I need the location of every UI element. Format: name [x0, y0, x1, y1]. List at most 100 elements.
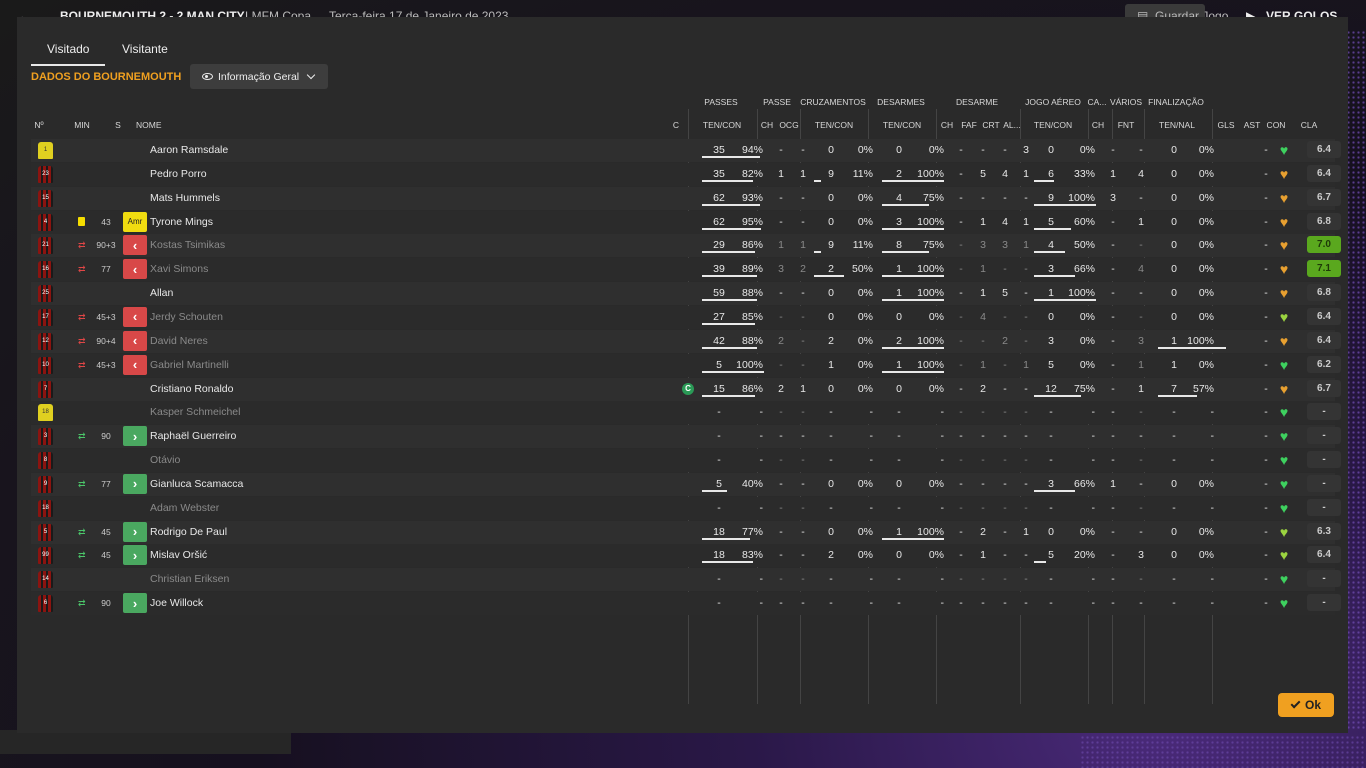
table-row[interactable]: 10 ⇄ 45+3 ‹ Gabriel Martinelli 5 100% - - 1 0% 1 100…: [31, 353, 1341, 377]
column-header-name[interactable]: NOME: [136, 120, 162, 130]
substituted-off-badge[interactable]: ‹: [123, 259, 147, 280]
crosses-completion: -: [869, 501, 874, 514]
tab-visitante[interactable]: Visitante: [122, 42, 168, 56]
player-name[interactable]: Gabriel Martinelli: [150, 359, 229, 371]
morale-heart-icon: ♥: [1279, 165, 1289, 182]
table-row[interactable]: 8 Otávio - - - - - - - - - - - - - - - - - - - ♥ -: [31, 449, 1341, 473]
column-header-tack[interactable]: TEN/CON: [883, 120, 921, 130]
table-row[interactable]: 7 Cristiano Ronaldo C 15 86% 2 1 0 0% 0 0% -2- -12 75…: [31, 377, 1341, 401]
fouls: -: [981, 477, 985, 490]
tackles-completion: 100%: [917, 334, 944, 347]
player-name[interactable]: Kasper Schmeichel: [150, 406, 240, 418]
aerial-attempted: 0: [1048, 310, 1054, 323]
view-dropdown[interactable]: Informação Geral: [190, 64, 328, 89]
substituted-on-badge[interactable]: ›: [123, 426, 147, 447]
table-row[interactable]: 1 Aaron Ramsdale 35 94% - - 0 0% 0 0% - - - 3 0 0% - - 0 0%…: [31, 139, 1341, 162]
column-header-des_al[interactable]: AL...: [1003, 120, 1020, 130]
interceptions: 4: [1002, 167, 1008, 180]
ok-button[interactable]: Ok: [1278, 693, 1334, 717]
column-header-var_fnt[interactable]: FNT: [1118, 120, 1135, 130]
substituted-off-badge[interactable]: ‹: [123, 354, 147, 375]
player-name[interactable]: Pedro Porro: [150, 168, 207, 180]
player-name[interactable]: Raphaël Guerreiro: [150, 430, 236, 442]
player-name[interactable]: Jerdy Schouten: [150, 311, 223, 323]
column-header-con[interactable]: CON: [1267, 120, 1286, 130]
table-row[interactable]: 12 ⇄ 90+4 ‹ David Neres 42 88% 2 - 2 0% 2 100% - - 2 - 3 0…: [31, 329, 1341, 353]
player-name[interactable]: Rodrigo De Paul: [150, 526, 227, 538]
shots-attempted: -: [1172, 597, 1176, 610]
column-header-min[interactable]: MIN: [74, 120, 90, 130]
interceptions: -: [1003, 263, 1007, 276]
player-name[interactable]: Allan: [150, 287, 173, 299]
player-name[interactable]: Joe Willock: [150, 597, 203, 609]
player-name[interactable]: Mislav Oršić: [150, 549, 207, 561]
column-header-des_crt[interactable]: CRT: [982, 120, 999, 130]
substituted-off-badge[interactable]: ‹: [123, 330, 147, 351]
player-stats-dialog: Visitado Visitante DADOS DO BOURNEMOUTH …: [17, 17, 1348, 733]
clearances: -: [1024, 263, 1028, 276]
table-row[interactable]: 6 ⇄ 90 › Joe Willock - - - - - - - - - - - - - - - - - - - ♥ -: [31, 592, 1341, 616]
column-header-passes[interactable]: TEN/CON: [703, 120, 741, 130]
player-name[interactable]: Xavi Simons: [150, 263, 208, 275]
substituted-off-badge[interactable]: ‹: [123, 306, 147, 327]
column-header-des_faf[interactable]: FAF: [961, 120, 977, 130]
key-passes: -: [779, 406, 783, 419]
passes-completion: 86%: [741, 382, 763, 395]
table-row[interactable]: 18 Adam Webster - - - - - - - - - - - - - - - - - - - ♥ -: [31, 496, 1341, 520]
substituted-on-badge[interactable]: ›: [123, 473, 147, 494]
table-row[interactable]: 15 Mats Hummels 62 93% - - 0 0% 4 75% - - - - 9 100% 3 - 0…: [31, 186, 1341, 210]
table-row[interactable]: 23 Pedro Porro 35 82% 1 1 9 11% 2 100% - 5 4 1 6 33% 1 4 0…: [31, 162, 1341, 186]
table-row[interactable]: 17 ⇄ 45+3 ‹ Jerdy Schouten 27 85% - - 0 0% 0 0% - 4 - - 0…: [31, 305, 1341, 329]
table-row[interactable]: 3 ⇄ 90 › Raphaël Guerreiro - - - - - - - - - - - - - - - - - -…: [31, 425, 1341, 449]
aerial-completion: 66%: [1073, 477, 1095, 490]
column-header-c[interactable]: C: [673, 120, 679, 130]
back-arrow-icon[interactable]: ←: [18, 9, 30, 17]
column-header-cross[interactable]: TEN/CON: [815, 120, 853, 130]
table-row[interactable]: 14 Christian Eriksen - - - - - - - - - - - - - - - - - - - ♥ -: [31, 568, 1341, 592]
column-header-s[interactable]: S: [115, 120, 121, 130]
player-name[interactable]: Cristiano Ronaldo: [150, 383, 233, 395]
tackle-key: -: [959, 287, 963, 300]
player-name[interactable]: Aaron Ramsdale: [150, 144, 228, 156]
column-header-pass_ocg[interactable]: OCG: [779, 120, 798, 130]
assists: -: [1264, 430, 1268, 443]
player-name[interactable]: Tyrone Mings: [150, 216, 213, 228]
yellow-card-icon: [78, 216, 85, 226]
player-name[interactable]: Kostas Tsimikas: [150, 239, 225, 251]
sub-out-icon: ⇄: [78, 240, 86, 251]
view-goals-button[interactable]: VER GOLOS: [1266, 9, 1337, 17]
player-name[interactable]: Otávio: [150, 454, 180, 466]
player-name[interactable]: David Neres: [150, 335, 208, 347]
passes-completion: 88%: [741, 334, 763, 347]
player-name[interactable]: Christian Eriksen: [150, 573, 229, 585]
aerial-bar: [1034, 275, 1075, 278]
player-name[interactable]: Mats Hummels: [150, 192, 220, 204]
player-name[interactable]: Gianluca Scamacca: [150, 478, 243, 490]
tab-visitado[interactable]: Visitado: [30, 42, 107, 66]
column-header-cla[interactable]: CLA: [1301, 120, 1318, 130]
column-header-ast[interactable]: AST: [1244, 120, 1261, 130]
player-name[interactable]: Adam Webster: [150, 502, 219, 514]
table-row[interactable]: 99 ⇄ 45 › Mislav Oršić 18 83% - -2 0% 0 0% -1- -5 20% -…: [31, 544, 1341, 568]
column-header-ca_ch[interactable]: CH: [1092, 120, 1104, 130]
save-game-button[interactable]: ▤ Guardar Jogo: [1125, 4, 1228, 17]
substituted-on-badge[interactable]: ›: [123, 521, 147, 542]
column-header-num[interactable]: Nº: [34, 120, 43, 130]
column-header-fin[interactable]: TEN/NAL: [1159, 120, 1195, 130]
table-row[interactable]: 18 Kasper Schmeichel - - - - - - - - - - - - - - - - - - - ♥ -: [31, 401, 1341, 425]
table-row[interactable]: 21 ⇄ 90+3 ‹ Kostas Tsimikas 29 86% 1 1 9 11% 8 75% - 3…: [31, 234, 1341, 258]
column-header-pass_ch[interactable]: CH: [761, 120, 773, 130]
tackles-completion: 75%: [922, 239, 944, 252]
substituted-on-badge[interactable]: ›: [123, 545, 147, 566]
substituted-off-badge[interactable]: ‹: [123, 235, 147, 256]
table-row[interactable]: 16 ⇄ 77 ‹ Xavi Simons 39 89% 3 2 2 50% 1 100% - 1 - - 3 66…: [31, 258, 1341, 282]
table-row[interactable]: 5 ⇄ 45 › Rodrigo De Paul 18 77% - -0 0% 1 100% -2-1 0…: [31, 520, 1341, 544]
substituted-on-badge[interactable]: ›: [123, 593, 147, 614]
table-row[interactable]: 25 Allan 59 88% - -0 0% 1 100% -1 5-1 100% - -0 0% - ♥ 6.…: [31, 282, 1341, 306]
table-row[interactable]: 9 ⇄ 77 › Gianluca Scamacca 5 40% - - 0 0% 0 0% - - - - 3 6…: [31, 472, 1341, 496]
table-row[interactable]: 4 43 Amr Tyrone Mings 62 95% - -0 0% 3 100% -1 4 1 5 60…: [31, 210, 1341, 234]
passes-completion: 40%: [741, 477, 763, 490]
column-header-aer[interactable]: TEN/CON: [1034, 120, 1072, 130]
column-header-gls[interactable]: GLS: [1217, 120, 1234, 130]
column-header-des_ch[interactable]: CH: [941, 120, 953, 130]
